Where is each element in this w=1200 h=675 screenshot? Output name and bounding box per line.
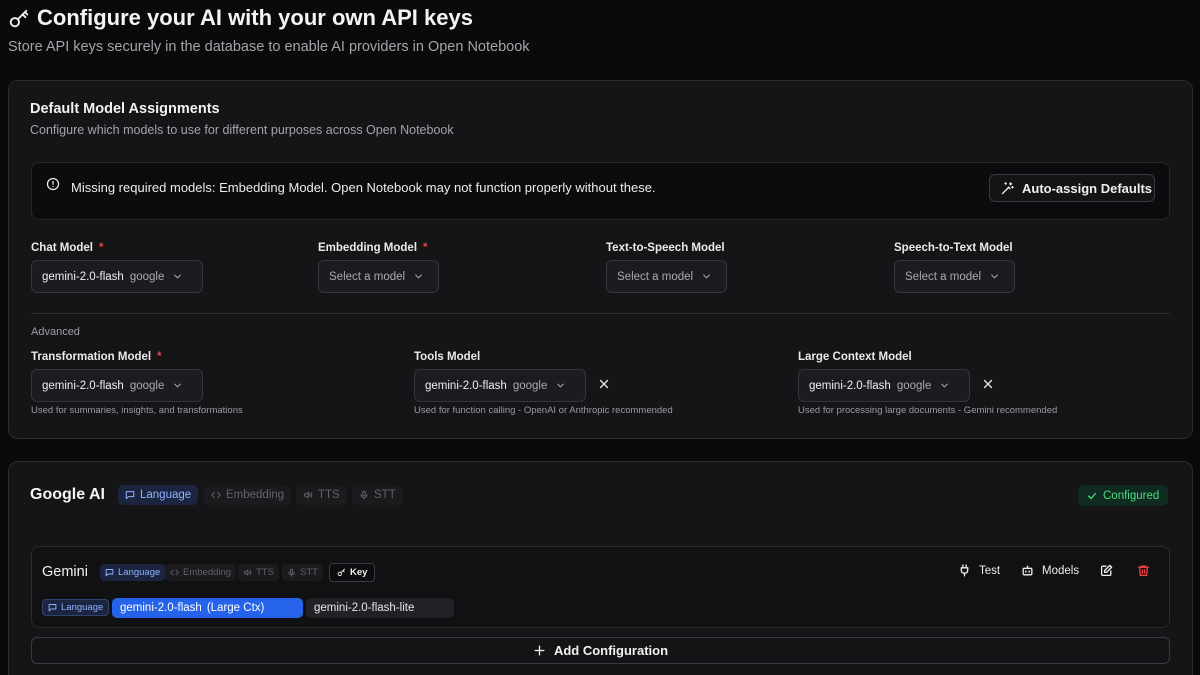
large-context-model-select[interactable]: gemini-2.0-flash google — [798, 369, 970, 402]
select-value: gemini-2.0-flash — [42, 270, 124, 283]
volume-icon — [243, 568, 252, 577]
chevron-down-icon — [989, 271, 1000, 282]
stt-model-select[interactable]: Select a model — [894, 260, 1015, 293]
capability-chip-tts: TTS — [296, 485, 347, 505]
provider-name: Google AI — [30, 486, 105, 503]
select-value: gemini-2.0-flash — [42, 379, 124, 392]
check-icon — [1087, 491, 1097, 501]
large-context-model-hint: Used for processing large documents - Ge… — [798, 405, 1058, 416]
capability-chip-language: Language — [118, 485, 199, 505]
default-models-subtitle: Configure which models to use for differ… — [30, 123, 454, 137]
advanced-heading: Advanced — [31, 326, 80, 338]
key-icon — [337, 568, 346, 577]
key-icon — [8, 8, 30, 30]
large-context-tag: (Large Ctx) — [206, 602, 265, 614]
page-title: Configure your AI with your own API keys — [37, 5, 473, 30]
configured-status-badge: Configured — [1078, 485, 1169, 506]
select-provider: google — [129, 270, 165, 283]
chevron-down-icon — [172, 380, 183, 391]
select-provider: google — [129, 379, 165, 392]
page-subtitle: Store API keys securely in the database … — [8, 39, 530, 55]
auto-assign-label: Auto-assign Defaults — [1022, 180, 1153, 196]
select-provider: google — [512, 379, 548, 392]
select-placeholder: Select a model — [329, 270, 406, 283]
chevron-down-icon — [939, 380, 950, 391]
message-square-icon — [48, 603, 57, 612]
microphone-icon — [359, 490, 369, 500]
chat-model-select[interactable]: gemini-2.0-flash google — [31, 260, 203, 293]
auto-assign-defaults-button[interactable]: Auto-assign Defaults — [989, 174, 1155, 202]
select-placeholder: Select a model — [617, 270, 694, 283]
required-asterisk: * — [98, 242, 104, 254]
chat-model-label: Chat Model * — [31, 242, 104, 254]
config-capability-tts: TTS — [238, 564, 279, 581]
select-placeholder: Select a model — [905, 270, 982, 283]
alert-circle-icon — [46, 177, 60, 191]
stt-model-label: Speech-to-Text Model — [894, 242, 1013, 254]
divider — [31, 313, 1170, 314]
microphone-icon — [287, 568, 296, 577]
embedding-model-select[interactable]: Select a model — [318, 260, 439, 293]
chevron-down-icon — [172, 271, 183, 282]
code-icon — [211, 490, 221, 500]
test-button[interactable]: Test — [958, 564, 1000, 577]
code-icon — [170, 568, 179, 577]
volume-icon — [303, 490, 313, 500]
select-provider: google — [896, 379, 932, 392]
tts-model-label: Text-to-Speech Model — [606, 242, 725, 254]
select-value: gemini-2.0-flash — [809, 379, 891, 392]
capability-chip-stt: STT — [352, 485, 403, 505]
config-name: Gemini — [42, 564, 88, 580]
model-type-chip-language: Language — [42, 599, 110, 616]
required-asterisk: * — [423, 242, 428, 254]
add-configuration-button[interactable]: Add Configuration — [31, 637, 1170, 664]
chevron-down-icon — [413, 271, 424, 282]
chevron-down-icon — [701, 271, 712, 282]
config-capability-language: Language — [100, 564, 166, 581]
message-square-icon — [125, 490, 135, 500]
embedding-model-label: Embedding Model * — [318, 242, 428, 254]
large-context-model-label: Large Context Model — [798, 351, 912, 363]
message-square-icon — [105, 568, 114, 577]
model-pill-gemini-2-0-flash-lite[interactable]: gemini-2.0-flash-lite — [306, 598, 454, 618]
edit-icon — [1100, 564, 1113, 577]
delete-button[interactable] — [1137, 564, 1150, 577]
chevron-down-icon — [555, 380, 566, 391]
tools-model-hint: Used for function calling - OpenAI or An… — [414, 405, 673, 416]
default-models-title: Default Model Assignments — [30, 101, 220, 117]
tools-model-select[interactable]: gemini-2.0-flash google — [414, 369, 586, 402]
select-value: gemini-2.0-flash — [425, 379, 507, 392]
config-capability-stt: STT — [282, 564, 323, 581]
magic-wand-icon — [1000, 181, 1015, 196]
tools-model-label: Tools Model — [414, 351, 481, 363]
transformation-model-select[interactable]: gemini-2.0-flash google — [31, 369, 203, 402]
bot-icon — [1021, 564, 1034, 577]
capability-chip-embedding: Embedding — [204, 485, 292, 505]
trash-icon — [1137, 564, 1150, 577]
transformation-model-hint: Used for summaries, insights, and transf… — [31, 405, 243, 416]
tts-model-select[interactable]: Select a model — [606, 260, 727, 293]
edit-button[interactable] — [1100, 564, 1113, 577]
plug-icon — [958, 564, 971, 577]
plus-icon — [533, 644, 546, 657]
alert-message: Missing required models: Embedding Model… — [71, 180, 656, 195]
required-asterisk: * — [157, 351, 162, 363]
transformation-model-label: Transformation Model * — [31, 351, 162, 363]
clear-large-context-model-icon[interactable] — [981, 377, 995, 391]
model-pill-gemini-2-0-flash[interactable]: gemini-2.0-flash (Large Ctx) — [112, 598, 303, 618]
models-button[interactable]: Models — [1021, 564, 1079, 577]
config-capability-embedding: Embedding — [165, 564, 237, 581]
api-key-badge: Key — [329, 563, 376, 582]
clear-tools-model-icon[interactable] — [597, 377, 611, 391]
